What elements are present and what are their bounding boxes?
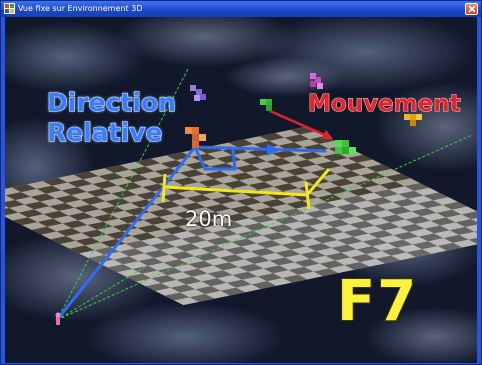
direction-label-line2: Relative <box>46 118 163 147</box>
app-icon <box>4 3 15 14</box>
movement-label: Mouvement <box>308 91 462 117</box>
direction-label-line1: Direction <box>46 88 176 117</box>
window-title: Vue fixe sur Environnement 3D <box>18 4 143 13</box>
close-button[interactable] <box>465 3 478 15</box>
distance-label: 20m <box>185 207 233 231</box>
title-bar[interactable]: Vue fixe sur Environnement 3D <box>1 1 481 17</box>
player-character <box>55 312 61 325</box>
key-hint-label: F7 <box>336 269 419 334</box>
3d-viewport[interactable]: Direction Relative Mouvement 20m F7 <box>5 17 477 363</box>
close-icon <box>468 5 476 13</box>
app-window: Vue fixe sur Environnement 3D Direction … <box>0 0 482 365</box>
